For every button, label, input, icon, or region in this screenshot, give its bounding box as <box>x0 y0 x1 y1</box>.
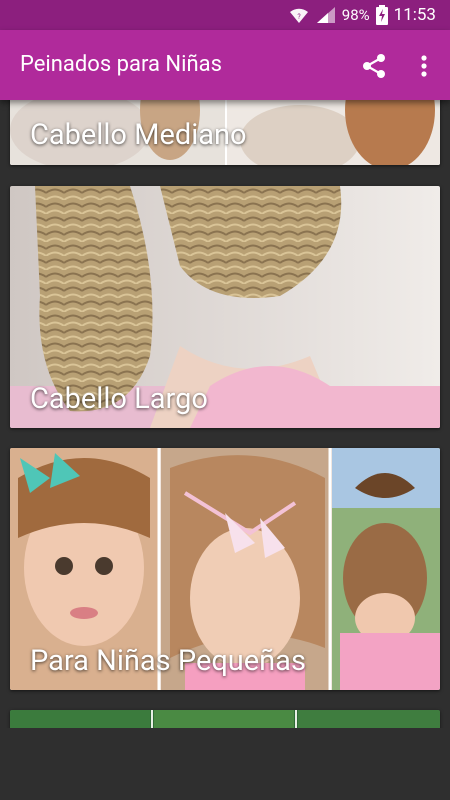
card-label: Cabello Largo <box>30 382 208 416</box>
share-icon[interactable] <box>360 52 388 80</box>
wifi-icon: ? <box>289 8 308 23</box>
battery-charging-icon <box>375 5 388 25</box>
category-card-next[interactable] <box>10 710 440 728</box>
more-options-icon[interactable] <box>412 52 436 80</box>
card-label: Para Niñas Pequeñas <box>30 644 306 678</box>
status-bar: ? 98% 11:53 <box>0 0 450 30</box>
page-title: Peinados para Niñas <box>20 52 222 77</box>
category-card-long-hair[interactable]: Cabello Largo <box>10 186 440 428</box>
bottom-area <box>0 728 450 800</box>
signal-icon <box>316 7 335 23</box>
app-bar: Peinados para Niñas <box>0 30 450 100</box>
card-image <box>10 710 440 728</box>
battery-percent: 98% <box>341 6 370 24</box>
clock: 11:53 <box>393 5 436 25</box>
card-label: Cabello Mediano <box>30 118 247 152</box>
category-card-medium-hair[interactable]: Cabello Mediano <box>10 100 440 165</box>
category-list[interactable]: Cabello Mediano Cabello Largo Para Niñas… <box>0 100 450 728</box>
category-card-little-girls[interactable]: Para Niñas Pequeñas <box>10 448 440 690</box>
